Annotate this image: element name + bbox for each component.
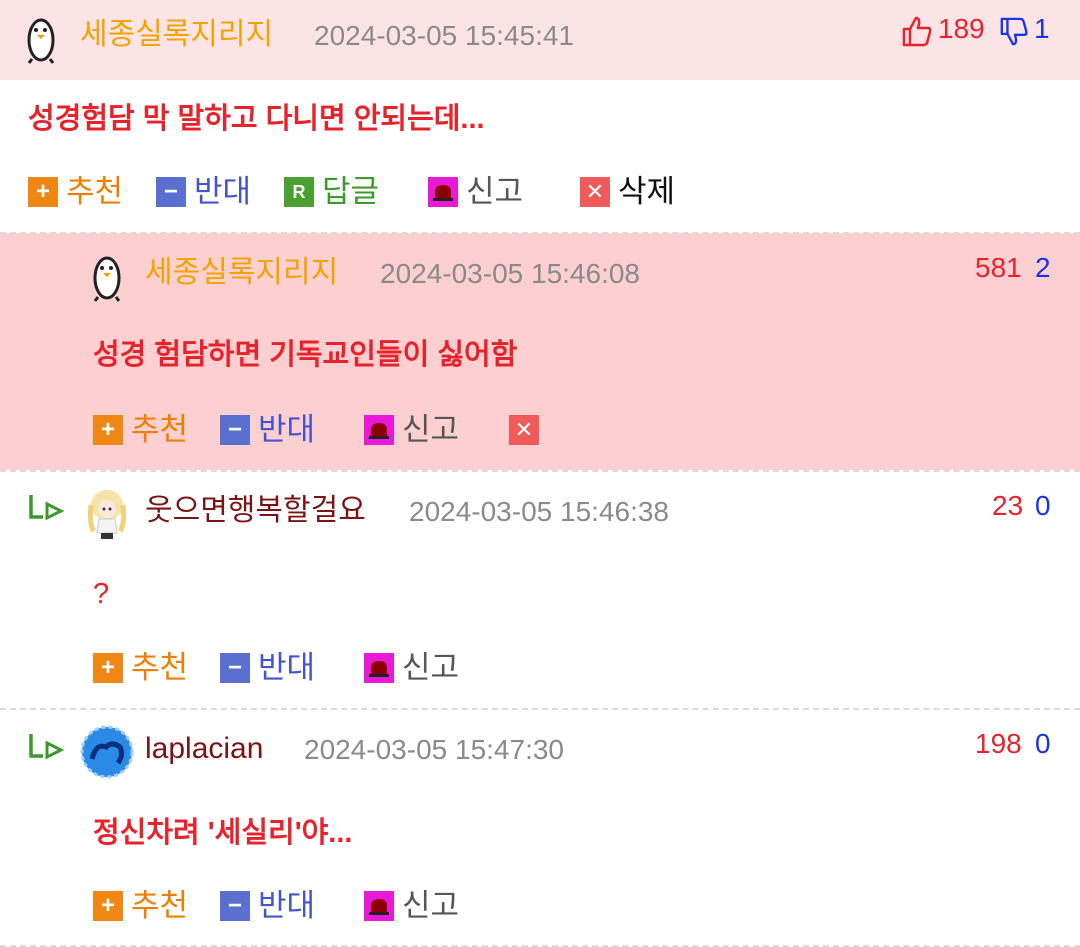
oppose-label: 반대 <box>194 174 252 209</box>
downvote-count: 2 <box>1035 252 1051 283</box>
close-icon: ✕ <box>580 177 610 207</box>
penguin-avatar[interactable] <box>90 250 124 302</box>
close-icon: ✕ <box>509 415 539 445</box>
character-avatar[interactable] <box>84 487 130 541</box>
recommend-button[interactable]: + 추천 <box>93 410 188 450</box>
comment-content: ? <box>93 578 110 610</box>
recommend-label: 추천 <box>131 412 189 447</box>
comment-timestamp: 2024-03-05 15:47:30 <box>304 734 564 765</box>
delete-button[interactable]: ✕ 삭제 <box>580 172 675 212</box>
oppose-label: 반대 <box>258 888 316 923</box>
comment-author[interactable]: 세종실록지리지 <box>145 255 338 291</box>
comment-content: 성경험담 막 말하고 다니면 안되는데... <box>28 103 485 135</box>
divider <box>0 708 1080 710</box>
report-label: 신고 <box>402 650 460 685</box>
upvote-count: 198 <box>975 728 1022 759</box>
minus-icon: − <box>156 177 186 207</box>
comment-author[interactable]: 세종실록지리지 <box>80 17 273 53</box>
oppose-button[interactable]: − 반대 <box>156 172 251 212</box>
plus-icon: + <box>28 177 58 207</box>
comment-timestamp: 2024-03-05 15:46:08 <box>380 258 640 289</box>
recommend-label: 추천 <box>66 174 124 209</box>
comment-timestamp: 2024-03-05 15:46:38 <box>409 496 669 527</box>
divider <box>0 232 1080 234</box>
report-button[interactable]: 신고 <box>364 410 459 450</box>
report-button[interactable]: 신고 <box>364 886 459 926</box>
reply-button[interactable]: R 답글 <box>284 172 379 212</box>
downvote-count: 1 <box>1034 13 1050 44</box>
minus-icon: − <box>220 653 250 683</box>
reply-arrow-icon <box>29 734 65 760</box>
comment-author[interactable]: laplacian <box>145 731 263 767</box>
comment-content: 정신차려 '세실리'야... <box>93 817 353 849</box>
reply-icon: R <box>284 177 314 207</box>
plus-icon: + <box>93 891 123 921</box>
thumbs-up-icon[interactable] <box>901 15 933 47</box>
comment-author[interactable]: 웃으면행복할걸요 <box>145 493 366 529</box>
recommend-label: 추천 <box>131 650 189 685</box>
report-button[interactable]: 신고 <box>364 648 459 688</box>
oppose-button[interactable]: − 반대 <box>220 886 315 926</box>
plus-icon: + <box>93 653 123 683</box>
siren-icon <box>364 653 394 683</box>
report-label: 신고 <box>466 174 524 209</box>
minus-icon: − <box>220 415 250 445</box>
penguin-avatar[interactable] <box>24 12 58 64</box>
blue-logo-avatar[interactable] <box>80 725 134 779</box>
recommend-button[interactable]: + 추천 <box>93 648 188 688</box>
recommend-button[interactable]: + 추천 <box>93 886 188 926</box>
downvote-count: 0 <box>1035 728 1051 759</box>
oppose-label: 반대 <box>258 412 316 447</box>
recommend-label: 추천 <box>131 888 189 923</box>
thumbs-down-icon[interactable] <box>999 17 1029 47</box>
reply-label: 답글 <box>322 174 380 209</box>
siren-icon <box>428 177 458 207</box>
plus-icon: + <box>93 415 123 445</box>
comment-timestamp: 2024-03-05 15:45:41 <box>314 20 574 51</box>
divider <box>0 470 1080 472</box>
report-button[interactable]: 신고 <box>428 172 523 212</box>
report-label: 신고 <box>402 412 460 447</box>
delete-label: 삭제 <box>618 174 676 209</box>
delete-button[interactable]: ✕ <box>509 410 547 450</box>
comment-content: 성경 험담하면 기독교인들이 싫어함 <box>93 339 518 371</box>
oppose-label: 반대 <box>258 650 316 685</box>
upvote-count: 23 <box>992 490 1024 521</box>
reply-arrow-icon <box>29 495 65 521</box>
report-label: 신고 <box>402 888 460 923</box>
siren-icon <box>364 891 394 921</box>
upvote-count: 581 <box>975 252 1022 283</box>
minus-icon: − <box>220 891 250 921</box>
siren-icon <box>364 415 394 445</box>
oppose-button[interactable]: − 반대 <box>220 410 315 450</box>
recommend-button[interactable]: + 추천 <box>28 172 123 212</box>
downvote-count: 0 <box>1035 490 1051 521</box>
upvote-count: 189 <box>938 13 985 44</box>
oppose-button[interactable]: − 반대 <box>220 648 315 688</box>
